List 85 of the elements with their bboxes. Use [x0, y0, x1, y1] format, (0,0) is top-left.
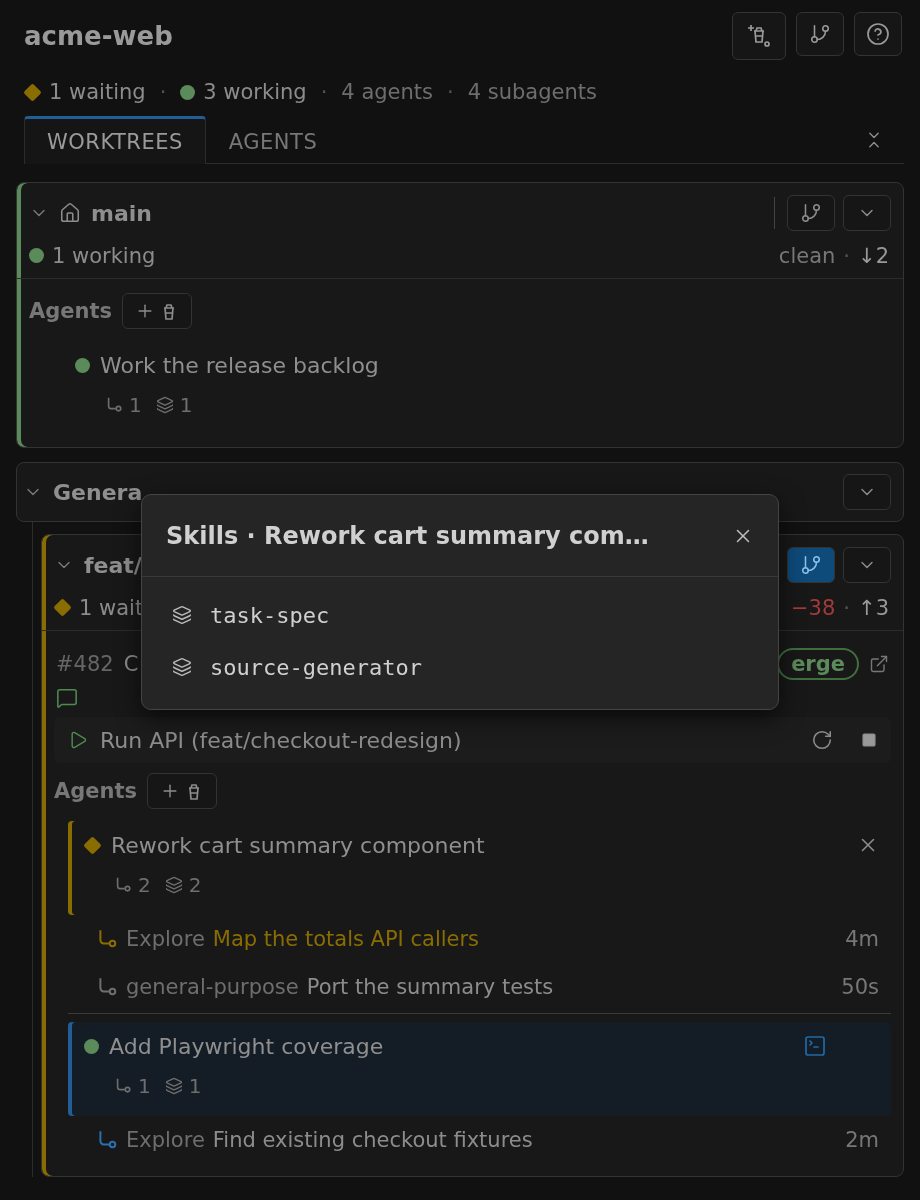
sync-status: ↓2: [858, 243, 889, 268]
skill-count: 2: [188, 873, 202, 897]
branch-button[interactable]: [787, 547, 835, 583]
run-label: Run API (feat/checkout-redesign): [100, 727, 462, 753]
worktree-status: 1 wait: [79, 595, 144, 620]
agent-title: Add Playwright coverage: [109, 1033, 384, 1059]
bin-plus-icon: [745, 22, 773, 50]
subagent-count: 2: [138, 873, 151, 897]
hook-arrow-icon: [114, 1077, 132, 1095]
separator: ·: [447, 80, 454, 104]
layers-icon: [172, 605, 192, 625]
new-worktree-button[interactable]: [732, 12, 786, 60]
worktree-name: feat/: [84, 552, 142, 578]
hook-arrow-icon: [96, 928, 118, 950]
hook-arrow-icon: [96, 976, 118, 998]
agent-row[interactable]: Add Playwright coverage 1 1: [68, 1022, 891, 1116]
add-agent-button[interactable]: [122, 293, 192, 329]
hook-arrow-icon: [114, 876, 132, 894]
agents-label: Agents: [54, 779, 137, 803]
restart-button[interactable]: [811, 729, 833, 751]
terminal-button[interactable]: [803, 1034, 827, 1058]
external-link-icon: [869, 654, 889, 674]
worktree-status: 1 working: [52, 243, 156, 268]
add-agent-button[interactable]: [147, 773, 217, 809]
group-name: Genera: [53, 479, 143, 505]
sync-status: clean: [778, 243, 836, 268]
skill-count: 1: [179, 393, 193, 417]
stop-icon: [861, 732, 877, 748]
status-summary: 4 subagents: [467, 80, 597, 104]
subagent-task: Port the summary tests: [306, 975, 554, 999]
project-title: acme-web: [24, 21, 173, 51]
branch-icon: [800, 554, 822, 576]
branch-icon: [800, 202, 822, 224]
subagent-type: Explore: [126, 1128, 205, 1152]
skill-item[interactable]: task-spec: [142, 589, 778, 641]
branch-button[interactable]: [787, 195, 835, 231]
status-summary: 1 waiting: [49, 80, 146, 104]
branch-icon: [809, 23, 831, 45]
subagent-task: Map the totals API callers: [212, 927, 480, 951]
agent-row[interactable]: Rework cart summary component 2 2: [68, 821, 891, 915]
agent-row[interactable]: Work the release backlog 1 1: [59, 341, 891, 435]
status-summary: 3 working: [203, 80, 307, 104]
layers-icon: [164, 876, 183, 894]
agent-title: Rework cart summary component: [111, 832, 485, 858]
layers-icon: [155, 396, 174, 414]
worktree-name: main: [91, 200, 152, 226]
subagent-time: 4m: [845, 927, 879, 951]
layers-icon: [164, 1077, 183, 1095]
hook-arrow-icon: [105, 396, 123, 414]
help-icon: [866, 22, 890, 46]
play-icon: [68, 730, 88, 750]
subagent-row[interactable]: general-purpose Port the summary tests 50s: [68, 963, 891, 1011]
separator: ·: [159, 80, 167, 104]
separator: ·: [320, 80, 328, 104]
agent-title: Work the release backlog: [100, 352, 379, 378]
subagent-count: 1: [138, 1074, 151, 1098]
subagent-task: Find existing checkout fixtures: [212, 1128, 533, 1152]
sync-status: ↑3: [858, 595, 889, 620]
terminal-icon: [803, 1034, 827, 1058]
separator: ·: [843, 595, 851, 620]
popup-title: Skills · Rework cart summary com…: [166, 521, 649, 550]
subagent-row[interactable]: Explore Find existing checkout fixtures 2m: [68, 1116, 891, 1164]
subagent-time: 2m: [845, 1128, 879, 1152]
subagent-count: 1: [129, 393, 142, 417]
sync-status: −38: [791, 595, 836, 620]
subagent-type: general-purpose: [126, 975, 299, 999]
agents-label: Agents: [29, 299, 112, 323]
branch-button[interactable]: [796, 12, 844, 56]
stop-button[interactable]: [861, 732, 877, 748]
pr-number: #482: [56, 652, 114, 676]
help-button[interactable]: [854, 12, 902, 56]
separator: ·: [843, 243, 851, 268]
hook-arrow-icon: [96, 1129, 118, 1151]
skill-item[interactable]: source-generator: [142, 641, 778, 693]
layers-icon: [172, 657, 192, 677]
subagent-type: Explore: [126, 927, 205, 951]
subagent-row[interactable]: Explore Map the totals API callers 4m: [68, 915, 891, 963]
tab[interactable]: WORKTREES: [24, 116, 206, 164]
pr-title: C: [123, 652, 139, 676]
subagent-time: 50s: [841, 975, 879, 999]
tab[interactable]: AGENTS: [205, 116, 341, 164]
chat-icon: [56, 687, 78, 709]
status-summary: 4 agents: [341, 80, 433, 104]
skill-count: 1: [188, 1074, 202, 1098]
refresh-icon: [811, 729, 833, 751]
